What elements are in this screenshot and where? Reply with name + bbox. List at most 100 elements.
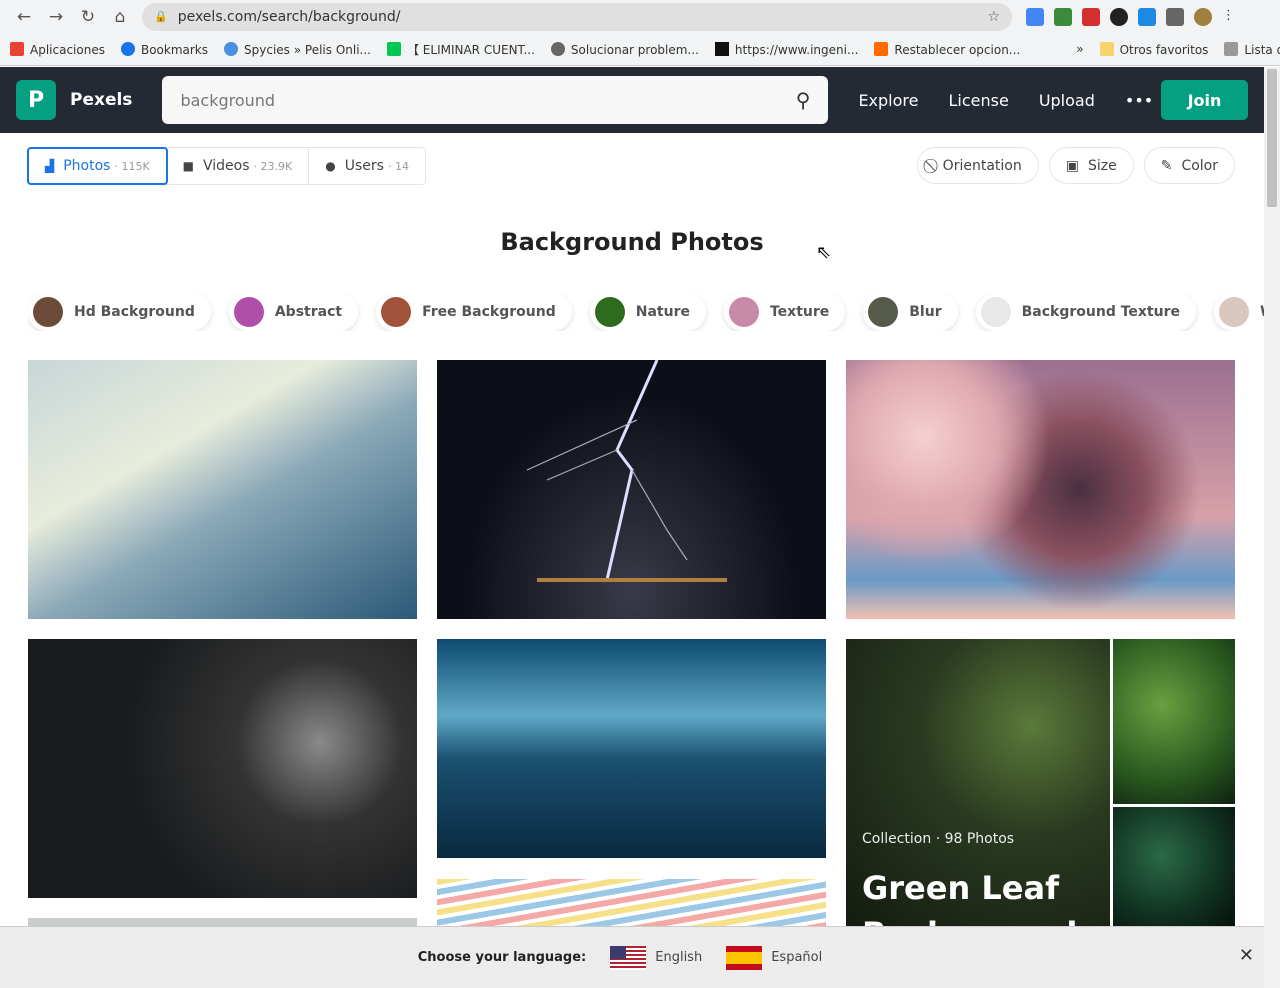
tab-users[interactable]: ● Users · 14 xyxy=(309,148,425,184)
photo[interactable] xyxy=(28,360,417,619)
photo[interactable] xyxy=(437,639,826,858)
bookmark[interactable]: https://www.ingeni... xyxy=(714,41,859,57)
us-flag-icon xyxy=(610,945,647,970)
language-label: Español xyxy=(771,950,823,965)
brand-name[interactable]: Pexels xyxy=(70,90,132,110)
chip-nature[interactable]: Nature xyxy=(590,293,706,331)
menu-dots-icon[interactable]: ⋮ xyxy=(1222,8,1235,26)
extension-icon[interactable] xyxy=(1110,7,1128,26)
tab-label: Users xyxy=(344,158,384,174)
tab-photos[interactable]: ▟ Photos · 115K xyxy=(27,147,168,185)
bookmark-label: Solucionar problem... xyxy=(570,42,699,57)
extension-icon[interactable] xyxy=(1082,7,1100,26)
nav-explore[interactable]: Explore xyxy=(858,91,918,110)
translate-extension-icon[interactable] xyxy=(1026,7,1044,26)
scrollbar-thumb[interactable] xyxy=(1267,69,1277,207)
collection-title: Green Leaf Background xyxy=(862,869,1077,929)
chip-thumbnail xyxy=(233,297,264,327)
bookmark[interactable]: Restablecer opcion... xyxy=(874,41,1021,57)
chip-abstract[interactable]: Abstract xyxy=(229,293,358,331)
bookmark[interactable]: Spycies » Pelis Onli... xyxy=(224,41,371,57)
search-input[interactable]: background ⚲ xyxy=(162,76,829,124)
search-value: background xyxy=(180,90,276,110)
chip-hd-background[interactable]: Hd Background xyxy=(28,293,211,331)
profile-avatar[interactable] xyxy=(1194,7,1212,26)
photo[interactable] xyxy=(437,879,826,929)
tab-label: Videos xyxy=(203,158,250,174)
puzzle-icon[interactable] xyxy=(1166,7,1184,26)
tab-label: Photos xyxy=(63,158,111,174)
media-tabs: ▟ Photos · 115K ■ Videos · 23.9K ● Users · 14 xyxy=(27,147,426,185)
globe-icon xyxy=(550,41,565,56)
bookmark-label: https://www.ingeni... xyxy=(734,42,859,57)
collection-thumb[interactable] xyxy=(1113,807,1235,929)
tab-videos[interactable]: ■ Videos · 23.9K xyxy=(167,148,310,184)
bookmark-label: Spycies » Pelis Onli... xyxy=(244,42,371,57)
orientation-filter[interactable]: ⃠Orientation xyxy=(916,147,1039,184)
extension-icon[interactable] xyxy=(1054,7,1072,26)
bookmark-folder[interactable]: Otros favoritos xyxy=(1099,41,1209,57)
collection-thumb[interactable] xyxy=(1113,639,1235,804)
language-spanish[interactable]: Español xyxy=(726,945,823,970)
chip-label: Hd Background xyxy=(74,304,195,320)
chip-label: Free Background xyxy=(422,304,556,320)
forward-icon[interactable]: → xyxy=(40,7,72,27)
bookmarks-bar: Aplicaciones Bookmarks Spycies » Pelis O… xyxy=(0,33,1280,65)
site-icon xyxy=(386,41,401,56)
bookmark[interactable]: 【 ELIMINAR CUENT... xyxy=(386,41,535,58)
collection-card[interactable]: Collection · 98 Photos Green Leaf Backgr… xyxy=(846,639,1110,929)
filter-label: Size xyxy=(1087,157,1117,174)
scrollbar[interactable] xyxy=(1264,67,1280,988)
chip-background-texture[interactable]: Background Texture xyxy=(976,293,1196,331)
bookmark-label: Restablecer opcion... xyxy=(894,42,1021,57)
home-icon[interactable]: ⌂ xyxy=(104,7,136,27)
language-english[interactable]: English xyxy=(610,945,703,970)
size-icon: ▣ xyxy=(1065,157,1079,174)
language-prompt: Choose your language: xyxy=(417,950,587,965)
photo[interactable] xyxy=(437,360,826,619)
bookmark[interactable]: Solucionar problem... xyxy=(550,41,699,57)
filter-label: Orientation xyxy=(942,157,1022,174)
more-menu-button[interactable]: ••• xyxy=(1125,91,1153,110)
join-button[interactable]: Join xyxy=(1161,80,1248,120)
more-bookmarks-button[interactable]: » xyxy=(1076,42,1083,56)
language-label: English xyxy=(655,950,703,965)
address-bar[interactable]: 🔒 pexels.com/search/background/ ☆ xyxy=(142,2,1012,31)
filters: ⃠Orientation ▣ Size ✎ Color xyxy=(916,147,1235,184)
nav-license[interactable]: License xyxy=(948,91,1008,110)
photo[interactable] xyxy=(28,639,417,898)
bookmark-star-icon[interactable]: ☆ xyxy=(987,9,1000,25)
photo[interactable] xyxy=(846,360,1235,619)
chip-blur[interactable]: Blur xyxy=(863,293,957,331)
size-filter[interactable]: ▣ Size xyxy=(1048,147,1134,184)
chip-thumbnail xyxy=(728,297,759,327)
folder-icon xyxy=(1099,41,1114,56)
close-icon[interactable]: ✕ xyxy=(1239,945,1254,966)
chip-texture[interactable]: Texture xyxy=(724,293,845,331)
folder-label: Otros favoritos xyxy=(1119,42,1209,57)
search-icon[interactable]: ⚲ xyxy=(796,88,811,112)
user-icon: ● xyxy=(325,159,336,173)
nav-upload[interactable]: Upload xyxy=(1039,91,1095,110)
language-bar: Choose your language: English Español ✕ xyxy=(0,926,1264,988)
bookmark[interactable]: Bookmarks xyxy=(120,41,208,57)
bookmark-icon xyxy=(10,41,24,56)
bookmark[interactable]: Aplicaciones xyxy=(10,41,105,57)
reading-list[interactable]: Lista de lectura xyxy=(1224,41,1280,57)
chip-wall[interactable]: Wall xyxy=(1214,293,1264,331)
chip-free-background[interactable]: Free Background xyxy=(376,293,572,331)
pexels-logo[interactable]: P xyxy=(16,80,56,120)
mi-icon xyxy=(874,41,889,56)
image-icon: ▟ xyxy=(45,159,55,173)
extension-icon[interactable] xyxy=(1138,7,1156,26)
reading-list-icon xyxy=(1224,41,1239,56)
eyedropper-icon: ✎ xyxy=(1160,157,1173,174)
mouse-cursor-icon: ⇖ xyxy=(816,242,832,263)
back-icon[interactable]: ← xyxy=(8,7,40,27)
lock-icon: 🔒 xyxy=(154,10,168,23)
chip-thumbnail xyxy=(594,297,625,327)
color-filter[interactable]: ✎ Color xyxy=(1143,147,1235,184)
browser-chrome: ← → ↻ ⌂ 🔒 pexels.com/search/background/ … xyxy=(0,0,1280,66)
chip-thumbnail xyxy=(980,297,1011,327)
reload-icon[interactable]: ↻ xyxy=(72,7,104,27)
